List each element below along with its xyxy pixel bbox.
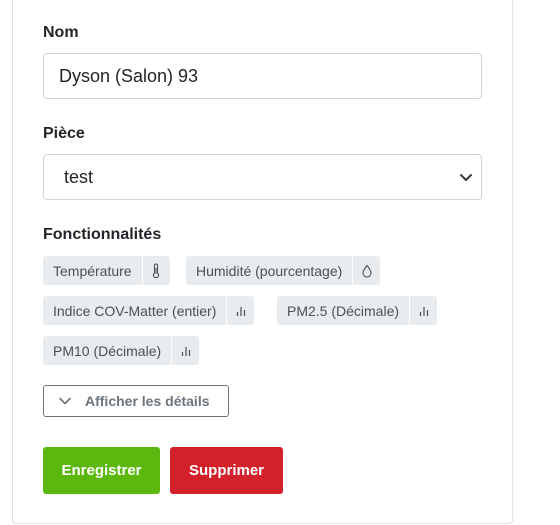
bar-chart-icon bbox=[409, 296, 437, 325]
room-select[interactable]: test bbox=[43, 154, 482, 200]
show-details-button[interactable]: Afficher les détails bbox=[43, 385, 229, 417]
chevron-down-icon bbox=[59, 397, 71, 405]
feature-tag-voc: Indice COV-Matter (entier) bbox=[43, 296, 255, 325]
room-label: Pièce bbox=[43, 125, 85, 142]
feature-tag-humidity: Humidité (pourcentage) bbox=[186, 256, 381, 285]
name-input[interactable]: Dyson (Salon) 93 bbox=[43, 53, 482, 99]
feature-tag-label: Humidité (pourcentage) bbox=[196, 262, 343, 279]
feature-tag-label: PM10 (Décimale) bbox=[53, 342, 162, 359]
thermometer-icon bbox=[141, 256, 170, 285]
feature-tag-label: PM2.5 (Décimale) bbox=[287, 302, 400, 319]
name-label: Nom bbox=[43, 24, 79, 41]
features-label: Fonctionnalités bbox=[43, 226, 162, 243]
feature-tag-label: Température bbox=[53, 262, 132, 279]
feature-tag-temperature: Température bbox=[43, 256, 170, 285]
bar-chart-icon bbox=[171, 336, 199, 365]
feature-tag-label: Indice COV-Matter (entier) bbox=[53, 302, 217, 319]
room-select-value: test bbox=[64, 166, 94, 187]
chevron-down-icon bbox=[460, 174, 472, 181]
show-details-label: Afficher les détails bbox=[85, 393, 210, 409]
feature-tag-pm25: PM2.5 (Décimale) bbox=[277, 296, 438, 325]
delete-button[interactable]: Supprimer bbox=[170, 447, 283, 494]
feature-tag-pm10: PM10 (Décimale) bbox=[43, 336, 200, 365]
save-button[interactable]: Enregistrer bbox=[43, 447, 160, 494]
bar-chart-icon bbox=[226, 296, 254, 325]
droplet-icon bbox=[352, 256, 380, 285]
